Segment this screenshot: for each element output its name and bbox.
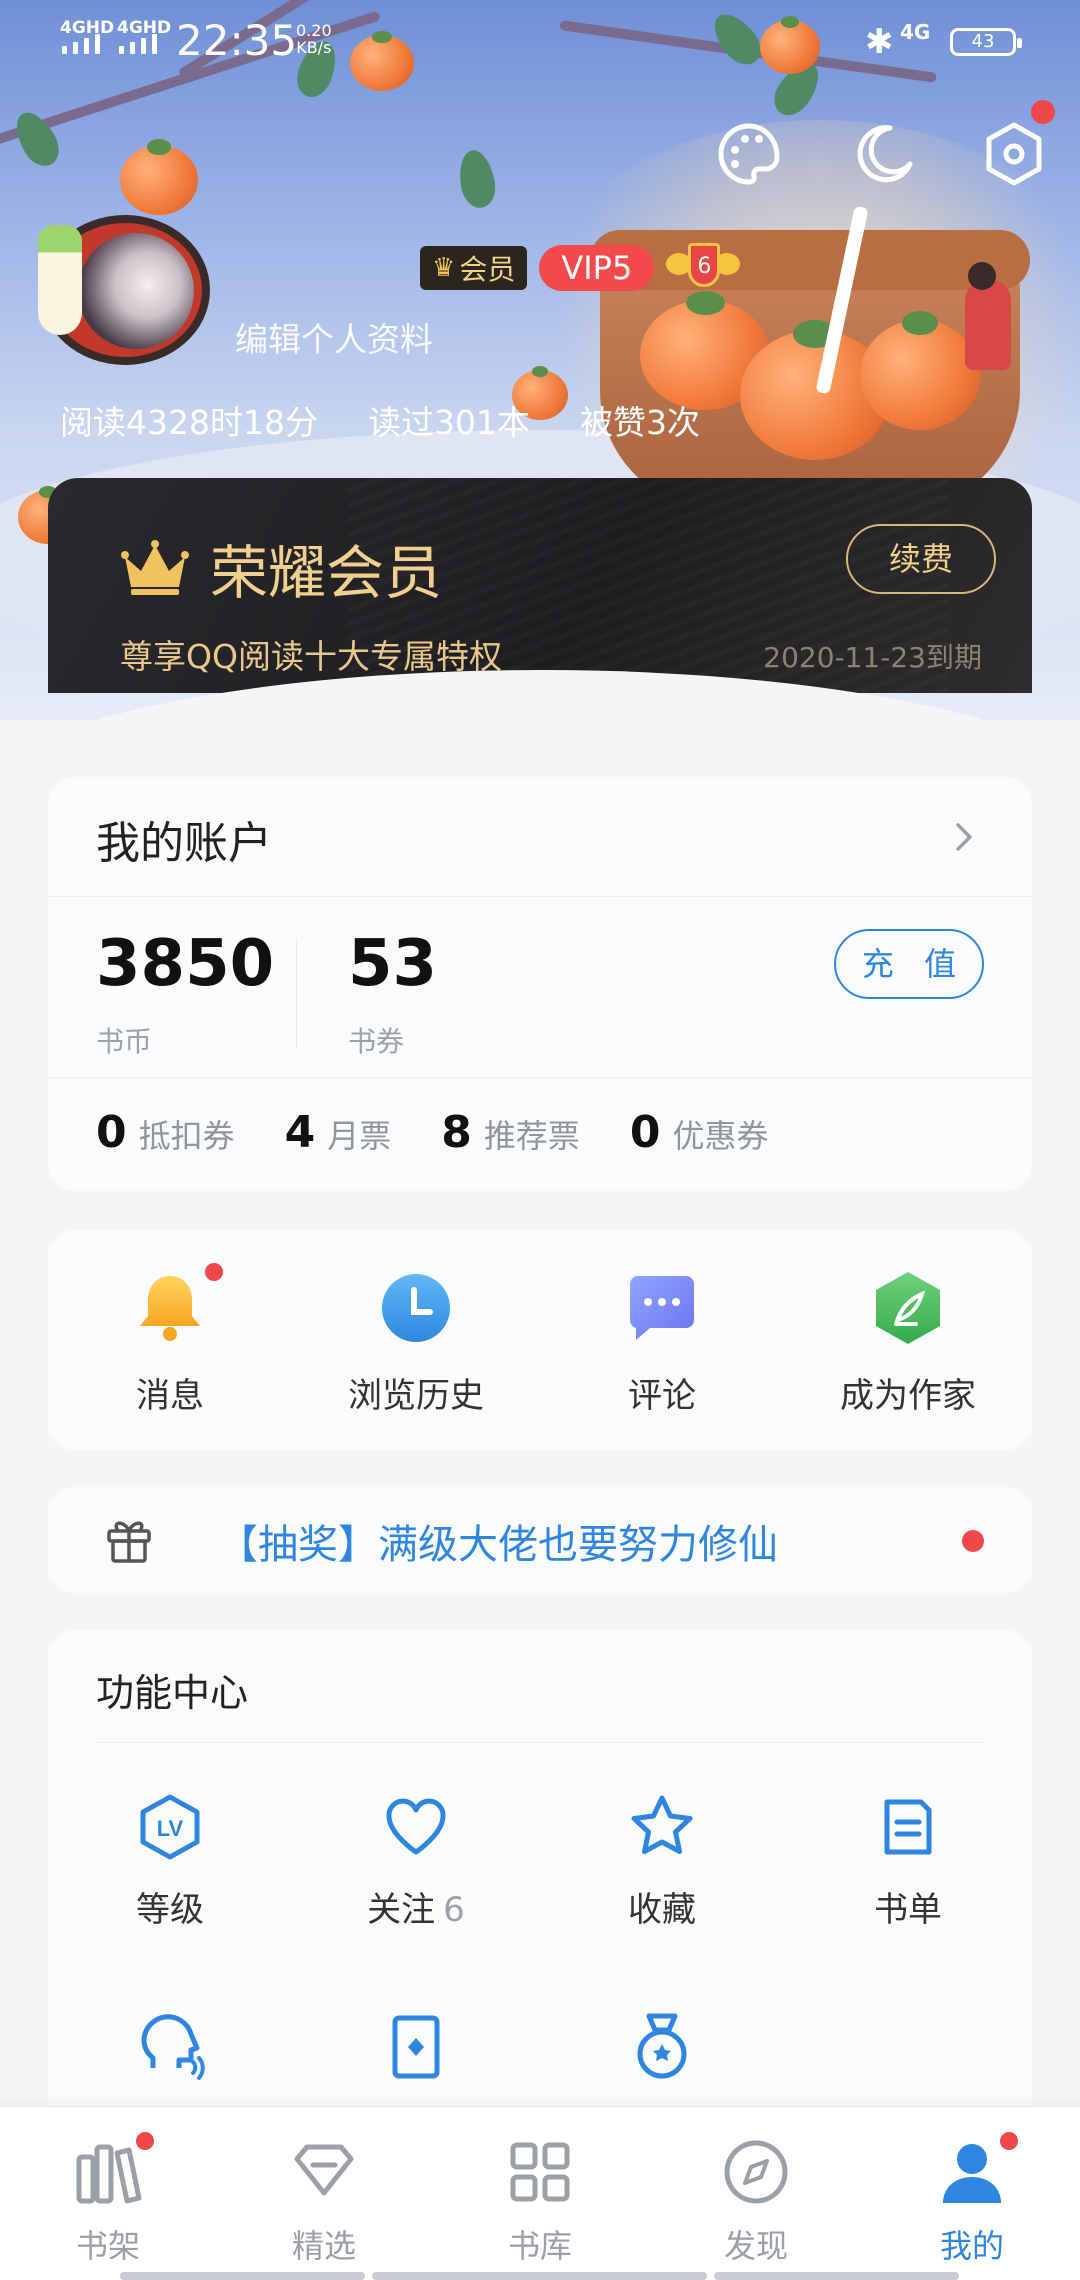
tab-discover[interactable]: 发现 — [681, 2137, 831, 2267]
gesture-bar — [714, 2272, 959, 2280]
booklist-button[interactable]: 书单 — [808, 1792, 1008, 1931]
ticket-row: 0 抵扣券 4 月票 8 推荐票 0 优惠券 — [96, 1107, 769, 1158]
voice-feature-button[interactable] — [70, 2012, 270, 2086]
crown-icon: ♛ — [432, 253, 456, 283]
comment-icon — [629, 1276, 694, 1340]
compass-icon — [724, 2140, 788, 2204]
ticket-discount[interactable]: 0 抵扣券 — [96, 1107, 235, 1158]
recharge-button[interactable]: 充 值 — [834, 929, 984, 999]
tab-featured[interactable]: 精选 — [249, 2137, 399, 2267]
favorites-button[interactable]: 收藏 — [562, 1792, 762, 1931]
crown-icon — [121, 540, 189, 595]
gesture-bar — [120, 2272, 365, 2280]
tab-library[interactable]: 书库 — [465, 2137, 615, 2267]
network-label: 4G — [900, 20, 931, 44]
medal-icon — [637, 2013, 687, 2079]
moon-icon[interactable] — [850, 120, 918, 188]
clock-icon — [382, 1274, 450, 1342]
net-speed: 0.20 KB/s — [296, 21, 332, 57]
signal-bars-icon — [119, 34, 157, 54]
become-writer-button[interactable]: 成为作家 — [808, 1270, 1008, 1417]
quick-actions: 消息 浏览历史 评论 成为作家 — [48, 1230, 1032, 1450]
ticket-coupon[interactable]: 0 优惠券 — [630, 1107, 769, 1158]
bookshelf-icon — [76, 2144, 142, 2204]
user-icon — [943, 2144, 1001, 2203]
booklist-icon — [884, 1799, 932, 1855]
notification-dot — [1031, 100, 1055, 124]
badge-row: ♛ 会员 VIP5 6 — [420, 243, 741, 293]
avatar[interactable] — [30, 205, 210, 365]
star-icon — [631, 1795, 693, 1854]
chevron-right-icon[interactable] — [944, 817, 984, 857]
messages-button[interactable]: 消息 — [70, 1260, 270, 1417]
quill-icon — [876, 1272, 940, 1344]
clock: 22:35 — [176, 16, 298, 65]
card-feature-button[interactable] — [316, 2012, 516, 2086]
following-count: 6 — [443, 1890, 465, 1930]
medal-feature-button[interactable] — [562, 2012, 762, 2086]
lottery-text: 【抽奖】满级大佬也要努力修仙 — [218, 1522, 778, 1568]
read-time-stat[interactable]: 阅读4328时18分 — [60, 396, 318, 444]
notification-dot — [202, 1260, 226, 1284]
renew-button[interactable]: 续费 — [846, 524, 996, 594]
coin-balance[interactable]: 3850 — [96, 927, 274, 1001]
voice-head-icon — [141, 2014, 205, 2080]
grid-icon — [510, 2142, 570, 2202]
notification-dot — [962, 1530, 984, 1552]
account-card: 我的账户 3850 书币 53 书券 充 值 0 抵扣券 4 月票 8 推荐票 0 优惠… — [48, 777, 1032, 1191]
account-title[interactable]: 我的账户 — [96, 807, 272, 871]
bottom-tab-bar: 书架 精选 书库 发现 我的 — [0, 2106, 1080, 2280]
gift-icon — [107, 1521, 151, 1563]
bluetooth-icon: ✱ — [865, 22, 894, 62]
tab-me[interactable]: 我的 — [897, 2129, 1047, 2267]
heart-icon — [386, 1798, 446, 1855]
likes-stat[interactable]: 被赞3次 — [580, 396, 700, 444]
lottery-banner[interactable]: 【抽奖】满级大佬也要努力修仙 — [48, 1487, 1032, 1593]
tab-bookshelf[interactable]: 书架 — [33, 2129, 183, 2267]
notification-dot — [133, 2129, 157, 2153]
vip-level-badge[interactable]: VIP5 — [539, 245, 655, 291]
vip-expire-date: 2020-11-23到期 — [763, 641, 982, 674]
bell-icon — [140, 1276, 200, 1341]
ticket-recommend[interactable]: 8 推荐票 — [441, 1107, 580, 1158]
following-button[interactable]: 关注 6 — [316, 1792, 516, 1931]
svg-text:LV: LV — [157, 1816, 184, 1841]
settings-hex-icon[interactable] — [980, 120, 1048, 188]
ticket-monthly[interactable]: 4 月票 — [285, 1107, 392, 1158]
signal-bars-icon — [62, 34, 100, 54]
level-button[interactable]: LV 等级 — [70, 1792, 270, 1931]
reading-stats: 阅读4328时18分 读过301本 被赞3次 — [60, 396, 700, 444]
card-icon — [392, 2015, 440, 2079]
voucher-balance[interactable]: 53 — [348, 927, 437, 1001]
vip-title: 荣耀会员 — [120, 526, 442, 610]
palette-icon[interactable] — [715, 120, 783, 188]
battery-icon: 43 — [950, 28, 1022, 56]
diamond-icon — [294, 2144, 354, 2196]
vip-card[interactable]: 荣耀会员 尊享QQ阅读十大专属特权 续费 2020-11-23到期 — [48, 478, 1032, 693]
coin-label: 书币 — [96, 1025, 153, 1058]
gesture-bar — [372, 2272, 707, 2280]
voucher-label: 书券 — [348, 1025, 405, 1058]
winged-level-badge[interactable]: 6 — [666, 243, 741, 293]
function-center-title: 功能中心 — [96, 1671, 249, 1715]
function-center: 功能中心 LV 等级 关注 6 收藏 书单 — [48, 1630, 1032, 2130]
comments-button[interactable]: 评论 — [562, 1270, 762, 1417]
edit-profile-link[interactable]: 编辑个人资料 — [235, 313, 433, 361]
notification-dot — [997, 2129, 1021, 2153]
vip-privileges-text: 尊享QQ阅读十大专属特权 — [120, 637, 502, 676]
member-badge[interactable]: ♛ 会员 — [420, 246, 528, 290]
level-icon: LV — [140, 1794, 200, 1860]
books-read-stat[interactable]: 读过301本 — [368, 396, 530, 444]
history-button[interactable]: 浏览历史 — [316, 1270, 516, 1417]
status-bar: 4GHD 4GHD 22:35 0.20 KB/s ✱ 4G 43 — [0, 0, 1080, 80]
